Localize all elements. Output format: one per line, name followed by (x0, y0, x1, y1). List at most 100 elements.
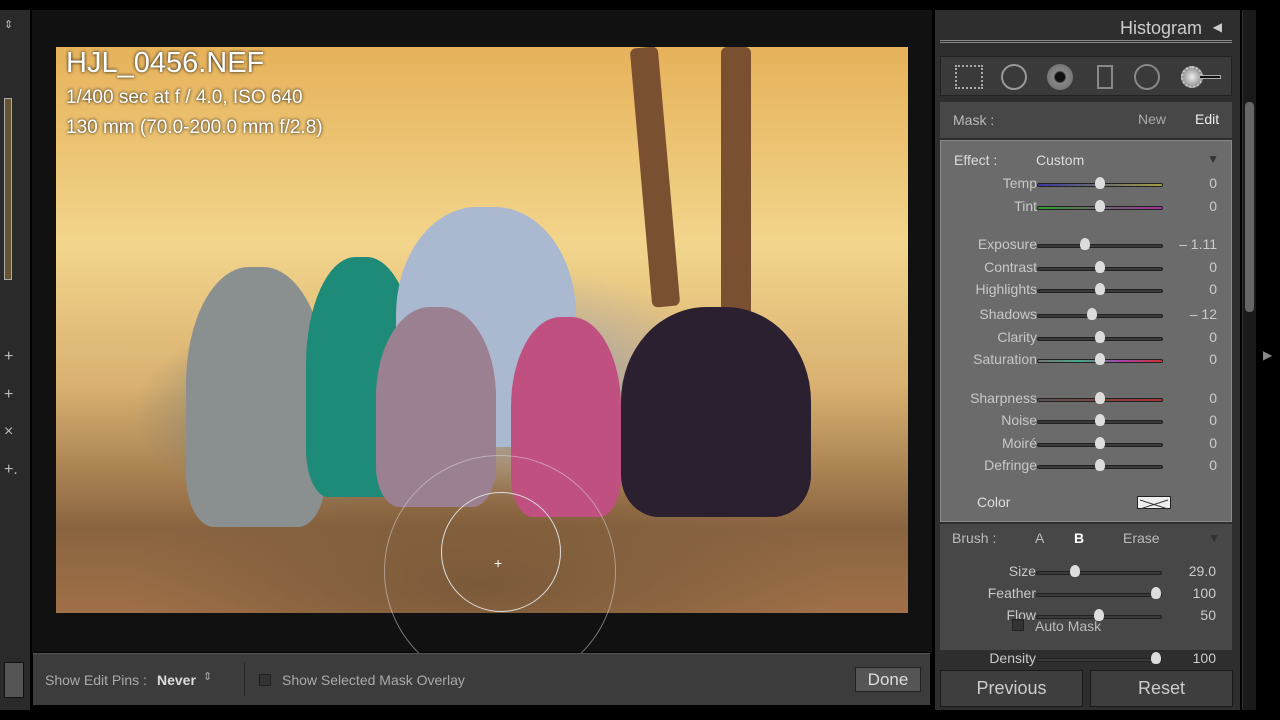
slider-highlights[interactable]: Highlights 0 (941, 279, 1233, 299)
expand-right-icon[interactable]: ▶ (1263, 348, 1272, 362)
collapse-triangle-icon[interactable]: ▼ (1208, 531, 1220, 545)
color-swatch-none[interactable] (1137, 496, 1171, 510)
slider-thumb[interactable] (1070, 565, 1081, 577)
slider-feather[interactable]: Feather 100 (940, 583, 1232, 603)
slider-track[interactable] (1037, 244, 1163, 248)
previous-button[interactable]: Previous (940, 670, 1083, 707)
slider-exposure[interactable]: Exposure – 1.11 (941, 234, 1233, 254)
slider-temp[interactable]: Temp 0 (941, 173, 1233, 193)
slider-value[interactable]: 50 (1200, 607, 1216, 623)
plus-icon[interactable]: + (4, 386, 13, 404)
slider-value[interactable]: 0 (1209, 390, 1217, 406)
slider-value[interactable]: 0 (1209, 175, 1217, 191)
slider-moir[interactable]: Moiré 0 (941, 433, 1233, 453)
slider-thumb[interactable] (1150, 652, 1161, 664)
slider-label: Moiré (1001, 435, 1037, 451)
slider-value[interactable]: 100 (1193, 585, 1216, 601)
slider-tint[interactable]: Tint 0 (941, 196, 1233, 216)
close-icon[interactable]: × (4, 423, 13, 441)
auto-mask-label: Auto Mask (1035, 618, 1102, 634)
brush-erase-button[interactable]: Erase (1123, 530, 1160, 546)
slider-value[interactable]: 0 (1209, 457, 1217, 473)
slider-value[interactable]: – 12 (1190, 306, 1217, 322)
mask-row: Mask : New Edit (940, 102, 1232, 138)
radial-filter-icon[interactable] (1134, 64, 1160, 90)
done-button[interactable]: Done (855, 667, 921, 692)
slider-track[interactable] (1036, 658, 1162, 662)
slider-value[interactable]: 0 (1209, 412, 1217, 428)
brush-section: Brush : A B Erase ▼ Size 29.0 Feather 100 Fl… (940, 524, 1232, 666)
red-eye-icon[interactable] (1047, 64, 1073, 90)
slider-thumb[interactable] (1095, 353, 1105, 365)
sort-icon[interactable]: ⇕ (4, 18, 13, 31)
slider-value[interactable]: 0 (1209, 329, 1217, 345)
slider-thumb[interactable] (1095, 261, 1105, 273)
photo-canvas[interactable]: HJL_0456.NEF 1/400 sec at f / 4.0, ISO 6… (56, 47, 908, 613)
graduated-filter-icon[interactable] (1097, 65, 1113, 89)
slider-value[interactable]: 0 (1209, 198, 1217, 214)
slider-thumb[interactable] (1095, 283, 1105, 295)
crop-overlay-icon[interactable] (955, 65, 983, 89)
brush-b-button[interactable]: B (1074, 530, 1084, 546)
collapse-triangle-icon[interactable]: ▼ (1207, 152, 1219, 166)
slider-value[interactable]: 29.0 (1189, 563, 1216, 579)
spot-removal-icon[interactable] (1001, 64, 1027, 90)
histogram-header[interactable]: Histogram ◀ (940, 10, 1232, 43)
collapse-triangle-icon[interactable]: ◀ (1213, 20, 1222, 34)
slider-thumb[interactable] (1095, 392, 1105, 404)
slider-thumb[interactable] (1079, 238, 1090, 250)
mask-new-button[interactable]: New (1138, 111, 1166, 127)
slider-sharpness[interactable]: Sharpness 0 (941, 388, 1233, 408)
slider-value[interactable]: 0 (1209, 435, 1217, 451)
bottom-toolbar: Show Edit Pins : Never ⇕ Show Selected M… (33, 653, 930, 705)
slider-label: Highlights (975, 281, 1037, 297)
slider-label: Saturation (973, 351, 1037, 367)
left-button[interactable] (4, 662, 24, 698)
edit-pins-label: Show Edit Pins : (45, 672, 147, 688)
edit-pins-select[interactable]: Never (157, 672, 196, 688)
slider-value[interactable]: 0 (1209, 351, 1217, 367)
slider-track[interactable] (1037, 314, 1163, 318)
mask-edit-button[interactable]: Edit (1195, 111, 1219, 127)
slider-thumb[interactable] (1087, 308, 1098, 320)
updown-icon: ⇕ (203, 671, 213, 683)
tool-strip (940, 56, 1232, 96)
reset-button[interactable]: Reset (1090, 670, 1233, 707)
panel-scrollbar[interactable] (1242, 10, 1256, 710)
slider-value[interactable]: – 1.11 (1179, 236, 1217, 252)
slider-thumb[interactable] (1095, 414, 1105, 426)
slider-density[interactable]: Density 100 (940, 648, 1232, 668)
add-dots-icon[interactable]: +. (4, 461, 18, 479)
slider-label: Size (1008, 563, 1036, 579)
slider-label: Clarity (997, 329, 1037, 345)
slider-value[interactable]: 0 (1209, 281, 1217, 297)
brush-handle-icon (1199, 75, 1221, 79)
slider-thumb[interactable] (1095, 177, 1105, 189)
brush-crosshair-icon: + (494, 555, 503, 571)
slider-shadows[interactable]: Shadows – 12 (941, 304, 1233, 324)
slider-saturation[interactable]: Saturation 0 (941, 349, 1233, 369)
filmstrip-thumbnail[interactable] (4, 98, 12, 280)
slider-track[interactable] (1036, 593, 1162, 597)
mask-overlay-checkbox[interactable] (259, 674, 271, 686)
auto-mask-checkbox[interactable] (1012, 619, 1024, 631)
slider-contrast[interactable]: Contrast 0 (941, 257, 1233, 277)
slider-thumb[interactable] (1095, 459, 1105, 471)
brush-a-button[interactable]: A (1035, 530, 1044, 546)
slider-value[interactable]: 0 (1209, 259, 1217, 275)
slider-thumb[interactable] (1095, 437, 1105, 449)
slider-thumb[interactable] (1150, 587, 1161, 599)
slider-size[interactable]: Size 29.0 (940, 561, 1232, 581)
plus-icon[interactable]: + (4, 348, 13, 366)
slider-thumb[interactable] (1095, 200, 1105, 212)
scrollbar-thumb[interactable] (1245, 102, 1254, 312)
slider-track[interactable] (1036, 571, 1162, 575)
divider (244, 662, 245, 696)
effect-select[interactable]: Custom (1036, 152, 1084, 168)
slider-thumb[interactable] (1095, 331, 1105, 343)
slider-defringe[interactable]: Defringe 0 (941, 455, 1233, 475)
effect-label: Effect : (954, 152, 998, 168)
slider-clarity[interactable]: Clarity 0 (941, 327, 1233, 347)
slider-value[interactable]: 100 (1193, 650, 1216, 666)
slider-noise[interactable]: Noise 0 (941, 410, 1233, 430)
